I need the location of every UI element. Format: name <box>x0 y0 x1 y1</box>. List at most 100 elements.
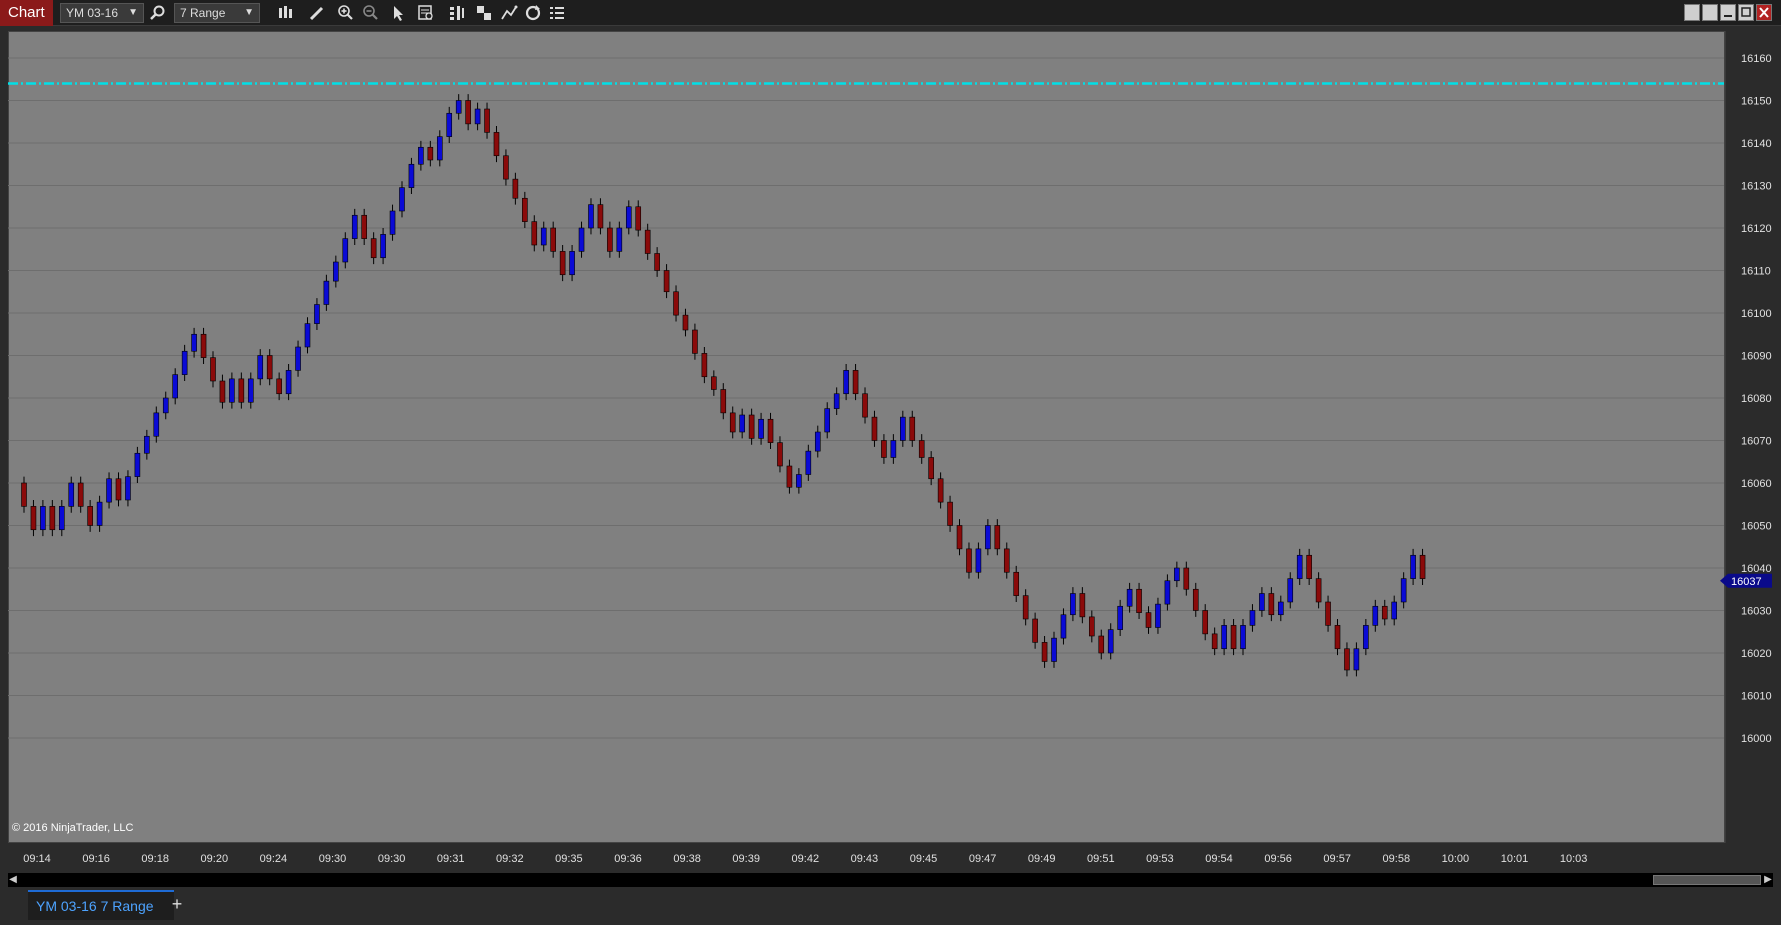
up-candle <box>96 501 103 526</box>
up-candle <box>295 346 301 371</box>
up-candle <box>323 280 330 305</box>
down-candle <box>210 357 216 382</box>
up-candle <box>739 414 745 433</box>
down-candle <box>607 227 613 252</box>
up-candle <box>1391 601 1398 620</box>
time-tick-label: 09:39 <box>732 853 760 865</box>
price-tick-label: 16120 <box>1741 223 1772 235</box>
time-tick-label: 09:45 <box>910 853 938 865</box>
price-tick-label: 16110 <box>1741 266 1771 278</box>
time-tick-label: 09:35 <box>555 853 583 865</box>
up-candle <box>796 474 802 488</box>
up-candle <box>1126 588 1133 607</box>
price-tick-label: 16050 <box>1741 521 1772 533</box>
time-tick-label: 09:30 <box>378 853 406 865</box>
down-candle <box>465 100 471 125</box>
up-candle <box>351 214 358 239</box>
down-candle <box>1183 567 1190 590</box>
down-candle <box>522 197 528 222</box>
time-tick-label: 09:20 <box>201 853 229 865</box>
up-candle <box>144 435 150 454</box>
up-candle <box>342 238 349 263</box>
up-candle <box>824 408 831 433</box>
down-candle <box>994 525 1001 550</box>
down-candle <box>219 380 226 403</box>
down-candle <box>21 482 27 507</box>
price-tick-label: 16100 <box>1741 308 1772 320</box>
down-candle <box>87 506 93 526</box>
up-candle <box>1259 593 1265 611</box>
up-candle <box>1174 567 1180 582</box>
up-candle <box>455 100 462 114</box>
time-tick-label: 09:53 <box>1146 853 1174 865</box>
down-candle <box>777 442 783 467</box>
time-tick-label: 10:00 <box>1442 853 1470 865</box>
last-price-label: 16037 <box>1731 576 1762 588</box>
down-candle <box>1136 588 1142 613</box>
tab-ym-03-16-7-range[interactable]: YM 03-16 7 Range <box>28 890 174 920</box>
scroll-right-icon[interactable]: ▶ <box>1763 873 1773 887</box>
scroll-thumb[interactable] <box>1653 875 1761 885</box>
up-candle <box>814 431 821 452</box>
price-tick-label: 16010 <box>1741 691 1772 703</box>
down-candle <box>49 506 56 531</box>
up-candle <box>229 378 235 403</box>
up-candle <box>1278 601 1284 616</box>
up-candle <box>540 227 547 246</box>
up-candle <box>890 440 897 458</box>
price-tick-label: 16000 <box>1741 733 1772 745</box>
chart-window: Chart YM 03-16 ▼ 7 Range ▼ 16160 16150 1… <box>0 0 1781 925</box>
time-tick-label: 10:03 <box>1560 853 1588 865</box>
up-candle <box>1107 629 1114 654</box>
up-candle <box>616 227 623 252</box>
time-tick-label: 09:57 <box>1323 853 1351 865</box>
up-candle <box>1070 593 1076 616</box>
price-tick-label: 16150 <box>1741 96 1772 108</box>
up-candle <box>1117 605 1123 630</box>
down-candle <box>1325 601 1331 626</box>
down-candle <box>947 501 953 526</box>
down-candle <box>427 146 434 161</box>
down-candle <box>559 251 566 276</box>
up-candle <box>172 374 178 399</box>
time-tick-label: 09:18 <box>141 853 169 865</box>
down-candle <box>370 238 377 259</box>
add-tab-button[interactable]: + <box>166 890 188 920</box>
down-candle <box>276 378 282 395</box>
down-candle <box>1013 571 1020 596</box>
down-candle <box>663 270 670 293</box>
down-candle <box>786 465 793 488</box>
up-candle <box>1296 554 1303 579</box>
down-candle <box>1003 548 1010 573</box>
time-tick-label: 09:16 <box>82 853 110 865</box>
price-tick-label: 16060 <box>1741 478 1772 490</box>
up-candle <box>1287 578 1294 603</box>
down-candle <box>1079 593 1086 618</box>
scroll-left-icon[interactable]: ◀ <box>8 873 18 887</box>
price-tick-label: 16090 <box>1741 351 1772 363</box>
down-candle <box>635 206 642 231</box>
up-candle <box>474 108 481 125</box>
down-candle <box>729 412 736 433</box>
down-candle <box>767 418 774 443</box>
down-candle <box>852 370 859 395</box>
up-candle <box>436 136 443 161</box>
down-candle <box>1381 605 1388 620</box>
up-candle <box>985 525 991 550</box>
time-tick-label: 09:54 <box>1205 853 1233 865</box>
up-candle <box>125 476 131 501</box>
down-candle <box>701 353 708 378</box>
time-tick-label: 09:36 <box>614 853 642 865</box>
up-candle <box>900 416 906 441</box>
up-candle <box>1363 625 1369 650</box>
down-candle <box>1032 618 1038 643</box>
down-candle <box>484 108 490 133</box>
down-candle <box>1211 633 1218 650</box>
time-tick-label: 09:43 <box>851 853 879 865</box>
price-tick-label: 16030 <box>1741 606 1772 618</box>
up-candle <box>257 355 264 380</box>
horizontal-scrollbar[interactable]: ◀ ▶ <box>8 873 1773 887</box>
down-candle <box>909 416 916 441</box>
up-candle <box>1051 637 1057 662</box>
up-candle <box>1353 648 1360 671</box>
